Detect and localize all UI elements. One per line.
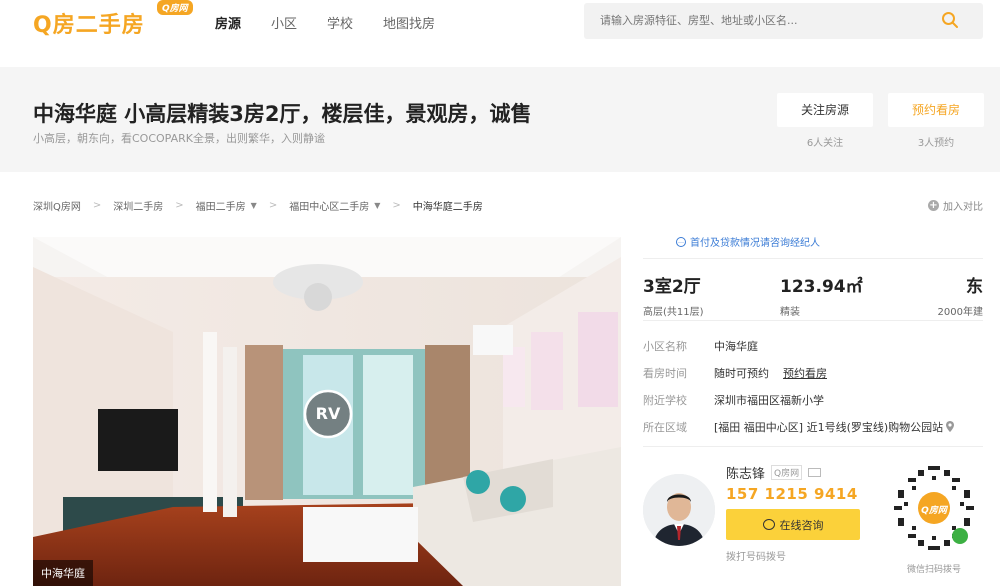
book-count: 3人预约: [917, 138, 955, 149]
stat-area: 123.94㎡ 精装: [780, 272, 863, 318]
id-card-icon[interactable]: [808, 468, 822, 477]
nearby-school[interactable]: 深圳市福田区福新小学: [714, 392, 824, 408]
detail-row: 附近学校 深圳市福田区福新小学: [643, 386, 954, 413]
vr-label: RV: [315, 404, 341, 423]
viewing-time: 随时可预约: [714, 366, 769, 380]
floor-value: 高层(共11层): [643, 307, 704, 318]
compare-label: 加入对比: [943, 202, 983, 213]
detail-row: 小区名称 中海华庭: [643, 332, 954, 359]
breadcrumb-item[interactable]: 深圳二手房: [113, 198, 163, 213]
chat-bubble-icon: …: [676, 236, 686, 247]
breadcrumb-item[interactable]: 福田中心区二手房: [289, 198, 369, 213]
book-viewing-button[interactable]: 预约看房: [888, 93, 984, 127]
direction-value: 东: [966, 277, 983, 297]
listing-subtitle: 小高层，朝东向，看COCOPARK全景，出则繁华，入则静谧: [33, 132, 325, 145]
map-pin-icon[interactable]: [946, 421, 955, 432]
detail-row: 所在区域 [福田 福田中心区] 近1号线(罗宝线)购物公园站: [643, 413, 955, 440]
community-name[interactable]: 中海华庭: [714, 338, 758, 354]
agent-badge: Q房网: [771, 465, 803, 480]
nav-item-schools[interactable]: 学校: [327, 13, 353, 32]
caret-down-icon[interactable]: ▼: [251, 201, 257, 210]
agent-name[interactable]: 陈志锋: [726, 463, 765, 482]
agent-name-row: 陈志锋 Q房网: [726, 463, 822, 482]
detail-label: 所在区域: [643, 420, 687, 434]
nav-item-communities[interactable]: 小区: [271, 13, 297, 32]
qr-caption: 微信扫码拨号: [906, 565, 961, 575]
divider: [643, 446, 983, 447]
chevron-right-icon: >: [268, 200, 278, 211]
search-icon[interactable]: [941, 11, 959, 29]
stat-direction: 东 2000年建: [930, 272, 983, 318]
decoration-value: 精装: [780, 307, 800, 318]
breadcrumb: 深圳Q房网 > 深圳二手房 > 福田二手房 ▼ > 福田中心区二手房 ▼ > 中…: [33, 198, 483, 213]
book-viewing-link[interactable]: 预约看房: [783, 365, 827, 381]
down-payment-notice[interactable]: … 首付及贷款情况请咨询经纪人: [676, 234, 820, 249]
search-box: [584, 3, 983, 39]
main-nav: 房源 小区 学校 地图找房: [215, 13, 435, 32]
listing-photo[interactable]: RV 中海华庭: [33, 237, 621, 586]
breadcrumb-item[interactable]: 福田二手房: [196, 198, 246, 213]
search-input[interactable]: [600, 14, 920, 27]
stat-layout: 3室2厅 高层(共11层): [643, 272, 704, 318]
online-consult-button[interactable]: 在线咨询: [726, 509, 860, 540]
rooms-value: 3室2厅: [643, 277, 701, 297]
qr-logo: Q房网: [921, 506, 947, 516]
follow-listing-button[interactable]: 关注房源: [777, 93, 873, 127]
year-value: 2000年建: [937, 307, 983, 318]
area-value: 123.94㎡: [780, 277, 863, 297]
breadcrumb-item[interactable]: 深圳Q房网: [33, 198, 81, 213]
nav-item-listings[interactable]: 房源: [215, 13, 241, 32]
top-header: Q房二手房 Q房网 房源 小区 学校 地图找房: [0, 0, 1000, 44]
detail-label: 看房时间: [643, 366, 687, 380]
photo-caption: 中海华庭: [33, 560, 93, 586]
follow-count: 6人关注: [806, 138, 844, 149]
site-logo[interactable]: Q房二手房: [33, 7, 145, 39]
agent-avatar[interactable]: [643, 474, 715, 546]
caret-down-icon[interactable]: ▼: [374, 201, 380, 210]
district-value[interactable]: [福田 福田中心区] 近1号线(罗宝线)购物公园站: [714, 419, 943, 435]
consult-label: 在线咨询: [779, 518, 824, 532]
divider: [643, 258, 983, 259]
logo-badge: Q房网: [157, 0, 193, 15]
chevron-right-icon: >: [392, 200, 401, 211]
agent-photo: [643, 474, 715, 546]
listing-details: 小区名称 中海华庭 看房时间 随时可预约 预约看房 附近学校 深圳市福田区福新小…: [643, 332, 955, 440]
chevron-right-icon: >: [175, 200, 184, 211]
detail-label: 小区名称: [643, 339, 687, 353]
chevron-right-icon: >: [92, 200, 102, 211]
breadcrumb-current: 中海华庭二手房: [412, 202, 483, 213]
agent-phone[interactable]: 157 1215 9414: [726, 485, 858, 503]
nav-item-map-search[interactable]: 地图找房: [383, 13, 435, 32]
detail-row: 看房时间 随时可预约 预约看房: [643, 359, 954, 386]
chat-icon: [762, 519, 775, 530]
notice-text: 首付及贷款情况请咨询经纪人: [690, 238, 820, 249]
divider: [643, 320, 983, 321]
listing-title-band: 中海华庭 小高层精装3房2厅，楼层佳，景观房，诚售 小高层，朝东向，看COCOP…: [0, 67, 1000, 172]
add-to-compare[interactable]: + 加入对比: [928, 198, 983, 213]
listing-title: 中海华庭 小高层精装3房2厅，楼层佳，景观房，诚售: [33, 102, 532, 126]
plus-circle-icon: +: [928, 200, 939, 211]
detail-label: 附近学校: [643, 393, 687, 407]
dial-hint[interactable]: 拨打号码拨号: [726, 548, 786, 563]
